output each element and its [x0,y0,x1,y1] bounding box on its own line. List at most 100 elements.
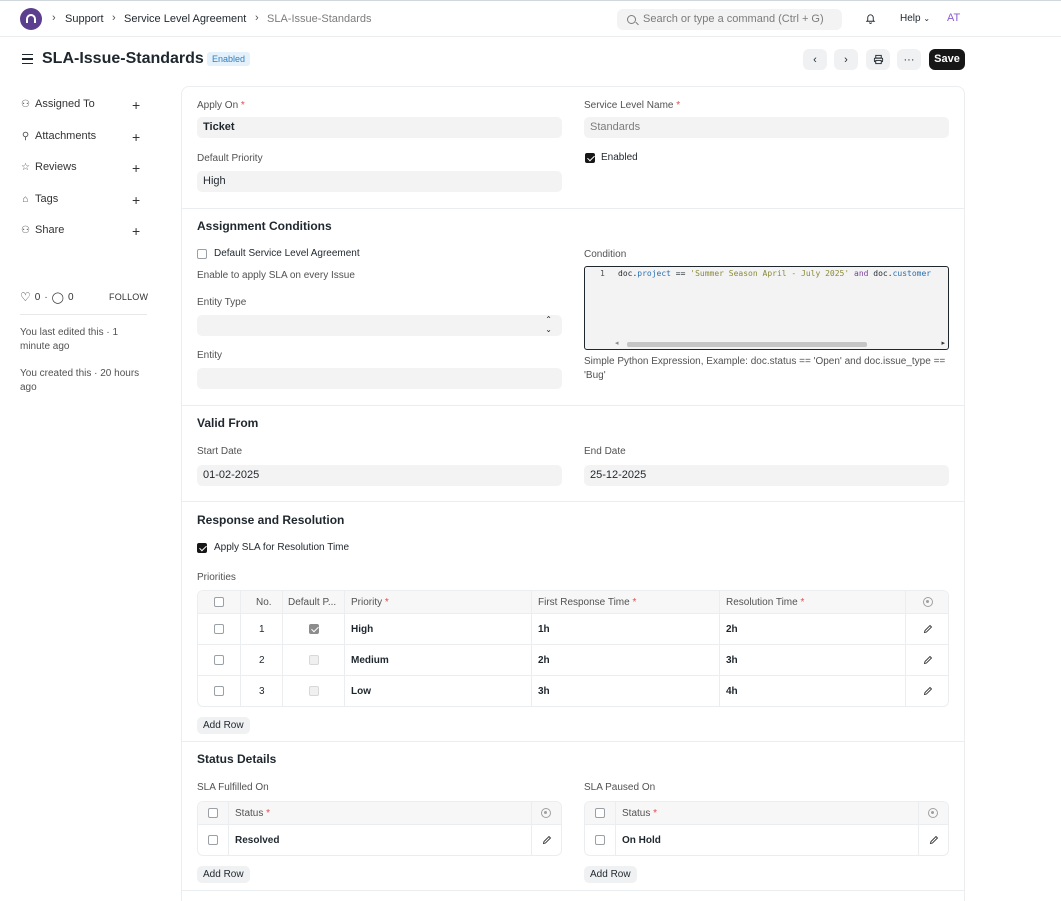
follow-button[interactable]: FOLLOW [109,292,148,302]
edit-row-icon[interactable] [929,835,939,845]
sidebar-item-attachments[interactable]: ⚲ Attachments [20,130,96,142]
more-actions-button[interactable]: ··· [897,49,921,70]
sidebar-item-tags[interactable]: ⌂ Tags [20,193,58,205]
select-all-checkbox[interactable] [208,808,218,818]
column-settings-icon[interactable] [928,808,938,818]
breadcrumb-current[interactable]: SLA-Issue-Standards [267,13,372,25]
add-fulfilled-row-button[interactable]: Add Row [197,866,250,883]
row-first-response-col[interactable]: 2h [532,645,720,675]
next-record-button[interactable]: › [834,49,858,70]
default-sla-label: Default Service Level Agreement [214,248,360,259]
default-priority-checkbox[interactable] [309,686,319,696]
add-attachment-button[interactable]: + [132,130,140,144]
table-row[interactable]: Resolved [198,825,561,855]
add-share-button[interactable]: + [132,224,140,238]
edit-row-icon[interactable] [923,655,933,665]
sidebar-item-assigned-to[interactable]: ⚇ Assigned To [20,98,95,110]
sidebar-item-reviews[interactable]: ☆ Reviews [20,161,77,173]
header-no-col: No. [241,591,283,613]
hamburger-menu-icon[interactable] [22,54,33,64]
entity-type-select[interactable]: ⌃ ⌄ [197,315,562,336]
notification-bell-icon[interactable] [865,13,876,24]
table-row[interactable]: 3 Low 3h 4h [198,676,948,706]
row-checkbox[interactable] [214,686,224,696]
save-button[interactable]: Save [929,49,965,70]
default-priority-field[interactable]: High [197,171,562,192]
add-review-button[interactable]: + [132,161,140,175]
print-button[interactable] [866,49,890,70]
table-row[interactable]: On Hold [585,825,948,855]
entity-type-label: Entity Type [197,297,247,308]
required-marker: * [384,597,389,608]
service-level-name-label: Service Level Name * [584,100,680,111]
search-placeholder: Search or type a command (Ctrl + G) [643,13,824,25]
apply-on-field[interactable]: Ticket [197,117,562,138]
row-priority-col[interactable]: High [345,614,532,644]
row-first-response-col[interactable]: 3h [532,676,720,706]
end-date-label: End Date [584,446,626,457]
assignment-conditions-title: Assignment Conditions [197,219,332,233]
help-menu[interactable]: Help ⌄ [900,13,930,24]
code-token: 'Summer Season April - July 2025' [690,269,850,278]
avatar[interactable]: AT [947,12,960,24]
default-priority-checkbox[interactable] [309,624,319,634]
page-title: SLA-Issue-Standards [42,50,204,67]
search-input[interactable]: Search or type a command (Ctrl + G) [617,9,842,30]
add-paused-row-button[interactable]: Add Row [584,866,637,883]
resolution-cell: 2h [726,624,738,635]
row-select-col [585,825,616,855]
row-resolution-col[interactable]: 3h [720,645,906,675]
status-badge: Enabled [207,52,251,66]
add-priority-row-button[interactable]: Add Row [197,717,250,734]
column-settings-icon[interactable] [541,808,551,818]
default-sla-checkbox[interactable] [197,249,207,259]
apply-sla-resolution-checkbox[interactable] [197,543,207,553]
breadcrumb-service-level-agreement[interactable]: Service Level Agreement [124,13,246,25]
priorities-label: Priorities [197,572,236,583]
previous-record-button[interactable]: ‹ [803,49,827,70]
entity-field[interactable] [197,368,562,389]
row-priority-col[interactable]: Low [345,676,532,706]
add-tag-button[interactable]: + [132,193,140,207]
app-logo-icon[interactable] [20,8,42,30]
edit-row-icon[interactable] [923,624,933,634]
add-assignee-button[interactable]: + [132,98,140,112]
edit-row-icon[interactable] [542,835,552,845]
start-date-field[interactable]: 01-02-2025 [197,465,562,486]
edit-row-icon[interactable] [923,686,933,696]
select-all-checkbox[interactable] [595,808,605,818]
table-row[interactable]: 1 High 1h 2h [198,614,948,645]
user-assign-icon: ⚇ [21,98,30,110]
default-priority-checkbox[interactable] [309,655,319,665]
select-all-checkbox[interactable] [214,597,224,607]
section-divider [182,208,964,209]
status-cell[interactable]: Resolved [235,835,279,846]
service-level-name-field[interactable]: Standards [584,117,949,138]
heart-icon[interactable]: ♡ [20,290,31,304]
end-date-field[interactable]: 25-12-2025 [584,465,949,486]
row-resolution-col[interactable]: 4h [720,676,906,706]
row-priority-col[interactable]: Medium [345,645,532,675]
breadcrumb-support[interactable]: Support [65,13,104,25]
column-header-status-text: Status [622,808,651,819]
column-header-status: Status * [235,808,270,819]
condition-code-editor[interactable]: 1 doc.project == 'Summer Season April - … [584,266,949,350]
column-settings-icon[interactable] [923,597,933,607]
row-first-response-col[interactable]: 1h [532,614,720,644]
table-row[interactable]: 2 Medium 2h 3h [198,645,948,676]
status-cell[interactable]: On Hold [622,835,661,846]
column-divider [918,802,919,824]
column-header-first-response: First Response Time * [538,597,636,608]
row-checkbox[interactable] [208,835,218,845]
sidebar-item-share[interactable]: ⚇ Share [20,224,64,236]
comment-icon[interactable]: ◯ [52,291,64,304]
row-checkbox[interactable] [214,624,224,634]
first-response-cell: 2h [538,655,550,666]
table-header: Status * [585,802,948,825]
row-resolution-col[interactable]: 2h [720,614,906,644]
row-checkbox[interactable] [214,655,224,665]
code-horizontal-scrollbar[interactable]: ◂ ▸ [615,340,945,347]
enabled-checkbox[interactable] [585,153,595,163]
scrollbar-thumb[interactable] [627,342,867,347]
row-checkbox[interactable] [595,835,605,845]
